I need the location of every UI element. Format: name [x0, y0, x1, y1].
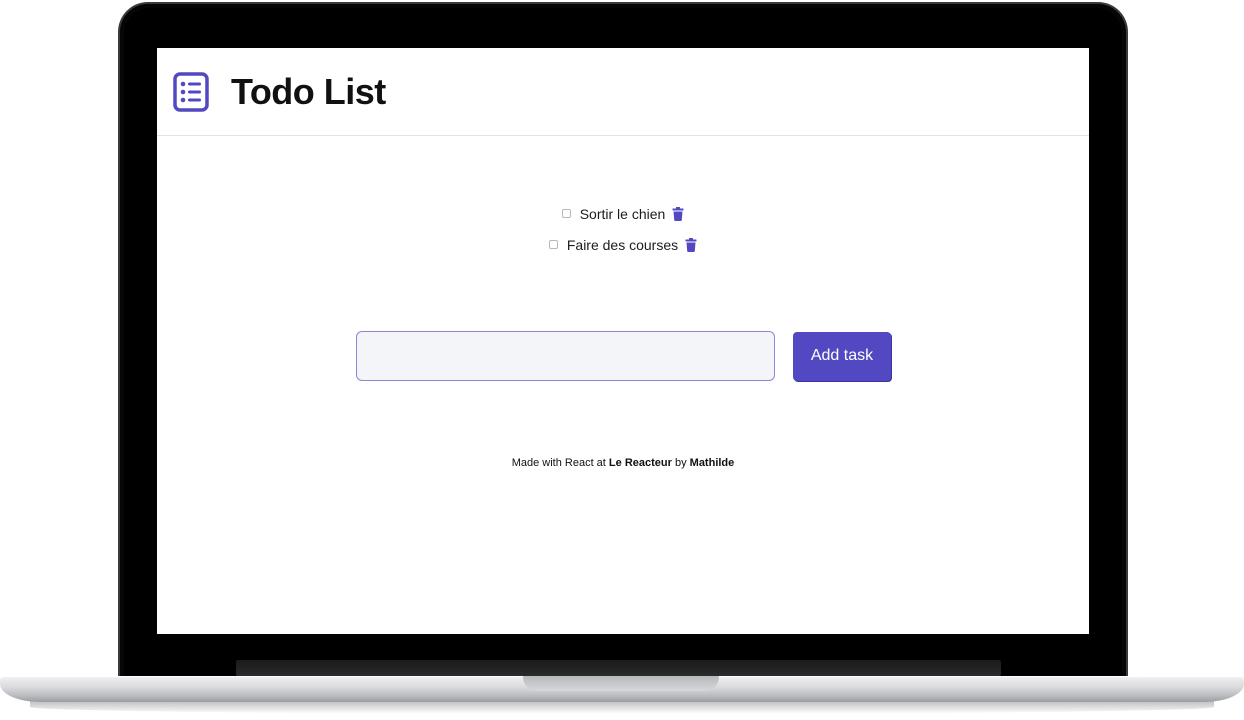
- app-header: Todo List: [157, 48, 1089, 136]
- footer-school: Le Reacteur: [608, 457, 672, 469]
- task-checkbox[interactable]: [561, 209, 571, 218]
- task-label: Sortir le chien: [579, 205, 666, 222]
- task-label: Faire des courses: [566, 236, 679, 253]
- list-item: Faire des courses: [548, 229, 697, 260]
- laptop-shadow: [30, 700, 1214, 714]
- laptop-hinge: [236, 660, 1001, 676]
- list-icon: [173, 71, 209, 112]
- laptop-notch: [523, 676, 719, 691]
- list-item: Sortir le chien: [561, 198, 685, 229]
- footer-joiner: by: [674, 457, 687, 469]
- laptop-mockup: Todo List Sortir le chien Faire des cour…: [0, 0, 1244, 720]
- footer-author: Mathilde: [689, 457, 735, 469]
- page-title: Todo List: [231, 70, 386, 112]
- add-task-form: Add task: [356, 331, 891, 381]
- trash-icon[interactable]: [672, 206, 684, 221]
- task-input[interactable]: [356, 331, 775, 381]
- task-checkbox[interactable]: [548, 240, 558, 249]
- trash-icon[interactable]: [685, 237, 697, 252]
- add-task-button[interactable]: Add task: [793, 331, 891, 381]
- task-list: Sortir le chien Faire des courses: [157, 198, 1089, 260]
- footer-prefix: Made with React at: [511, 457, 606, 469]
- footer-credit: Made with React at Le Reacteur by Mathil…: [157, 457, 1089, 469]
- app-screen: Todo List Sortir le chien Faire des cour…: [157, 48, 1089, 634]
